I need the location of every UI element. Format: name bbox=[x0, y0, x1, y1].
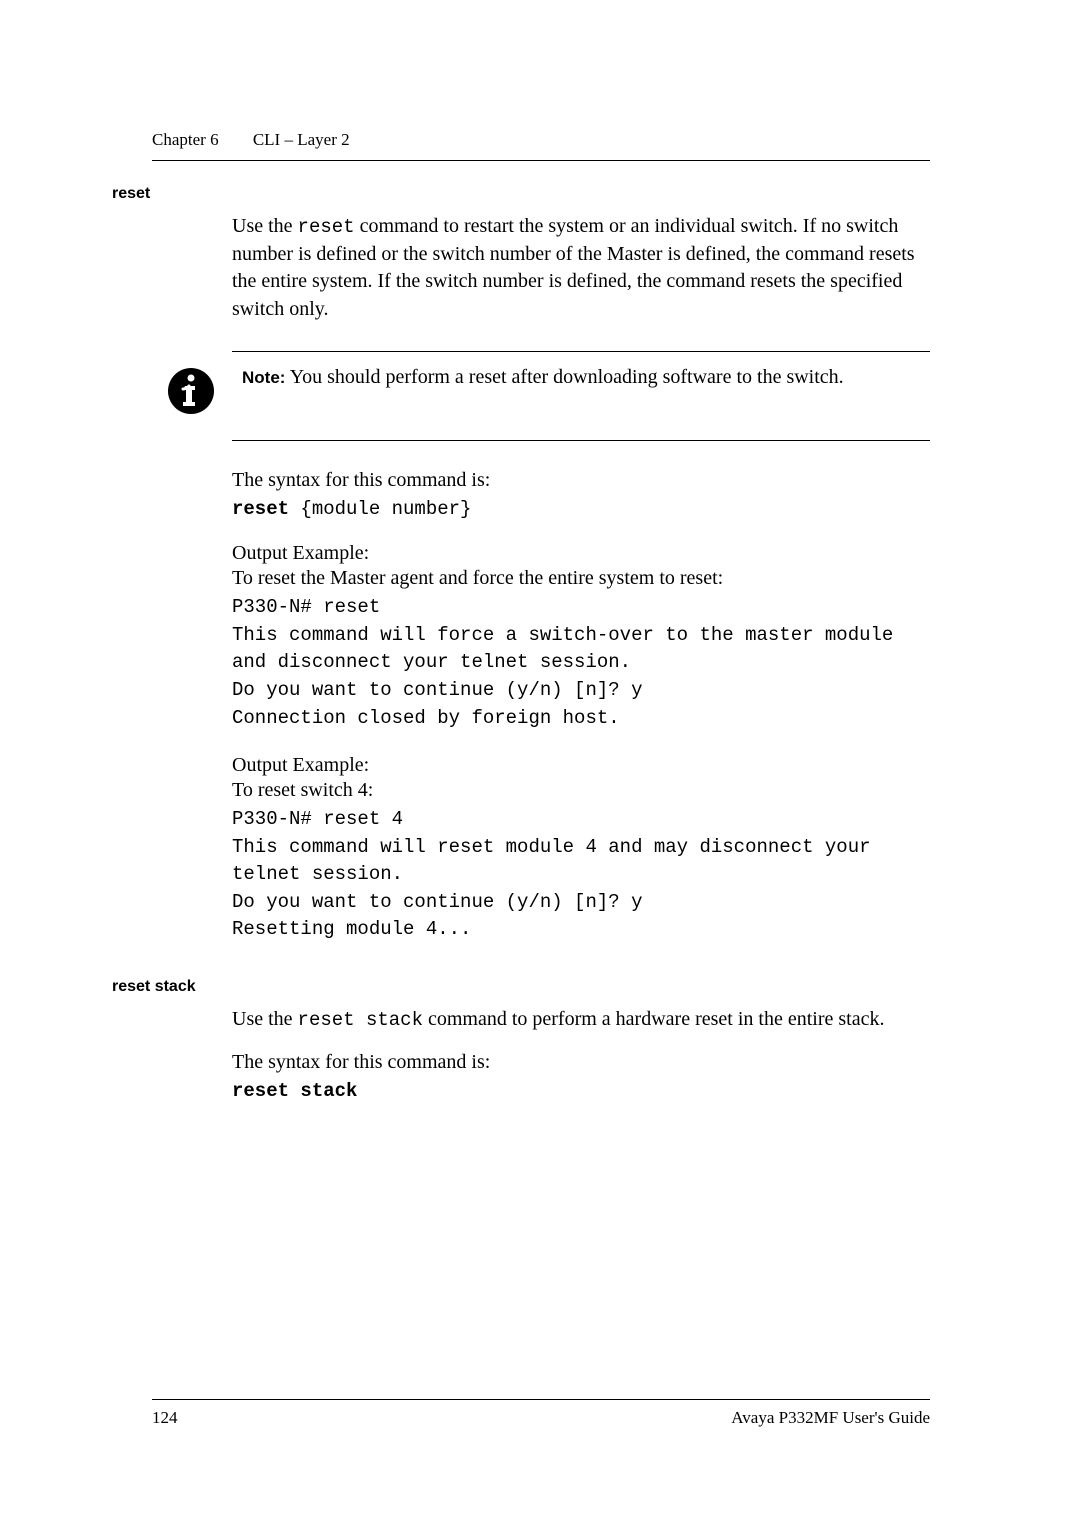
reset-stack-syntax-keyword: reset stack bbox=[232, 1080, 357, 1102]
terminal-line: This command will force a switch-over to… bbox=[232, 622, 930, 677]
terminal-line: P330-N# reset bbox=[232, 594, 930, 622]
reset-stack-intro-prefix: Use the bbox=[232, 1008, 298, 1030]
info-icon bbox=[166, 366, 216, 416]
note-body: You should perform a reset after downloa… bbox=[285, 366, 843, 388]
note-label: Note: bbox=[242, 368, 285, 387]
reset-intro-paragraph: Use the reset command to restart the sys… bbox=[232, 213, 930, 323]
reset-syntax-command: reset {module number} bbox=[232, 498, 930, 520]
book-title: Avaya P332MF User's Guide bbox=[731, 1408, 930, 1428]
terminal-line: Do you want to continue (y/n) [n]? y bbox=[232, 889, 930, 917]
reset-syntax-args: {module number} bbox=[289, 498, 471, 520]
page-number: 124 bbox=[152, 1408, 178, 1428]
example-heading: Output Example: bbox=[232, 754, 930, 777]
footer-rule bbox=[152, 1399, 930, 1400]
reset-stack-syntax-block: The syntax for this command is: reset st… bbox=[232, 1051, 930, 1102]
header-rule bbox=[152, 160, 930, 161]
terminal-line: Do you want to continue (y/n) [n]? y bbox=[232, 677, 930, 705]
example-subheading: To reset the Master agent and force the … bbox=[232, 567, 930, 590]
reset-stack-syntax-command: reset stack bbox=[232, 1080, 930, 1102]
reset-intro-prefix: Use the bbox=[232, 215, 298, 237]
terminal-line: Connection closed by foreign host. bbox=[232, 705, 930, 733]
reset-syntax-block: The syntax for this command is: reset {m… bbox=[232, 469, 930, 520]
example-heading: Output Example: bbox=[232, 542, 930, 565]
example-subheading: To reset switch 4: bbox=[232, 779, 930, 802]
chapter-title: CLI – Layer 2 bbox=[253, 130, 350, 149]
note-block: Note: You should perform a reset after d… bbox=[232, 351, 930, 441]
section-title-reset-stack: reset stack bbox=[112, 978, 930, 996]
note-text: Note: You should perform a reset after d… bbox=[242, 366, 844, 389]
reset-syntax-keyword: reset bbox=[232, 498, 289, 520]
reset-stack-intro-paragraph: Use the reset stack command to perform a… bbox=[232, 1006, 930, 1034]
reset-stack-intro-code: reset stack bbox=[298, 1009, 423, 1031]
terminal-line: This command will reset module 4 and may… bbox=[232, 834, 930, 889]
reset-example-2: Output Example: To reset switch 4: P330-… bbox=[232, 754, 930, 944]
terminal-line: P330-N# reset 4 bbox=[232, 806, 930, 834]
reset-example-1: Output Example: To reset the Master agen… bbox=[232, 542, 930, 732]
reset-stack-intro-suffix: command to perform a hardware reset in t… bbox=[423, 1008, 884, 1030]
terminal-line: Resetting module 4... bbox=[232, 916, 930, 944]
chapter-header: Chapter 6 CLI – Layer 2 bbox=[152, 130, 930, 150]
reset-intro-code: reset bbox=[298, 216, 355, 238]
section-title-reset: reset bbox=[112, 185, 930, 203]
page-footer: 124 Avaya P332MF User's Guide bbox=[152, 1408, 930, 1428]
chapter-label: Chapter 6 bbox=[152, 130, 219, 149]
reset-syntax-intro: The syntax for this command is: bbox=[232, 469, 930, 492]
reset-stack-syntax-intro: The syntax for this command is: bbox=[232, 1051, 930, 1074]
